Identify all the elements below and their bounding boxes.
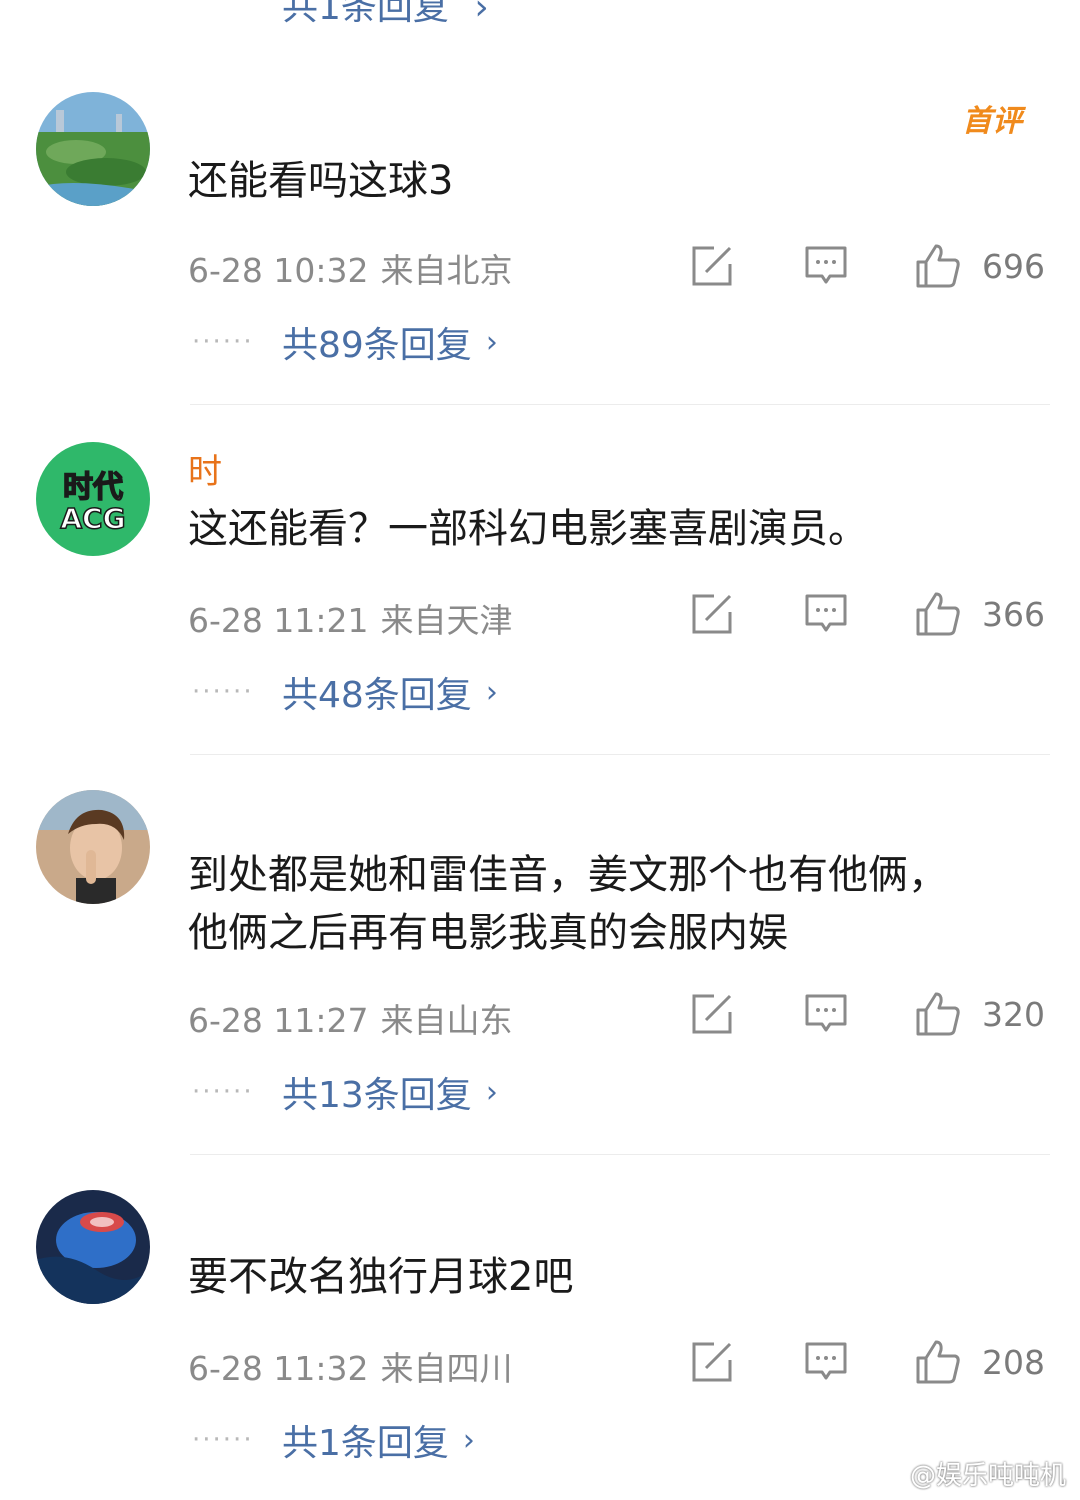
view-replies-link[interactable]: 共89条回复 › [282,316,498,368]
first-comment-badge: 首评 [962,104,1022,139]
comment-meta: 6-28 11:27 来自山东 [188,994,513,1042]
comment-meta: 6-28 11:32 来自四川 [188,1342,513,1390]
watermark-text: @娱乐吨吨机 [909,1461,1066,1491]
avatar[interactable] [36,92,150,206]
avatar-text: 时代 [63,470,123,505]
chevron-right-icon: › [485,1074,498,1110]
like-button[interactable]: 366 [914,590,1045,638]
view-replies-link[interactable]: 共13条回复 › [282,1066,498,1118]
divider [190,754,1050,755]
comment-meta: 6-28 11:21 来自天津 [188,594,513,642]
comment-icon[interactable] [804,592,848,636]
like-button[interactable]: 696 [914,242,1045,290]
like-button[interactable]: 208 [914,1338,1045,1386]
reply-dots: ······ [192,1425,254,1455]
view-replies-link[interactable]: 共1条回复 › [282,1414,475,1466]
thumbs-up-icon [916,1340,960,1384]
reply-row: ······ 共1条回复 › [192,1414,475,1466]
divider [190,1154,1050,1155]
like-count: 696 [982,246,1045,286]
like-count: 208 [982,1342,1045,1382]
comment-icon[interactable] [804,992,848,1036]
comment-date: 6-28 11:32 [188,1349,369,1388]
comment-location: 来自四川 [380,1349,513,1388]
reply-dots: ······ [192,1077,254,1107]
reply-count-label: 共13条回复 [282,1075,472,1116]
share-icon[interactable] [690,1340,734,1384]
reply-count-label: 共48条回复 [282,675,472,716]
comment-text: 这还能看？一部科幻电影塞喜剧演员。 [188,506,868,552]
thumbs-up-icon [916,592,960,636]
avatar[interactable] [36,1190,150,1304]
divider [190,404,1050,405]
share-icon[interactable] [690,992,734,1036]
reply-count-link[interactable]: 共1条回复 › [282,0,489,30]
share-icon[interactable] [690,592,734,636]
avatar-text: ACG [60,502,125,535]
view-replies-link[interactable]: 共48条回复 › [282,666,498,718]
reply-count-label: 共89条回复 [282,325,472,366]
thumbs-up-icon [916,992,960,1036]
chevron-right-icon: › [485,324,498,360]
reply-row: ······ 共48条回复 › [192,666,498,718]
comment-meta: 6-28 10:32 来自北京 [188,244,513,292]
chevron-right-icon: › [485,674,498,710]
chevron-right-icon: › [474,0,489,28]
comment-date: 6-28 10:32 [188,251,369,290]
share-icon[interactable] [690,244,734,288]
like-count: 366 [982,594,1045,634]
comment-location: 来自山东 [380,1001,513,1040]
comment-text-line: 到处都是她和雷佳音，姜文那个也有他俩， [188,852,948,898]
weibo-logo-icon [868,1461,903,1488]
comment-icon[interactable] [804,244,848,288]
reply-row: ······ 共89条回复 › [192,316,498,368]
reply-dots: ······ [192,327,254,357]
reply-dots: ······ [192,677,254,707]
comment-text: 要不改名独行月球2吧 [188,1254,574,1300]
watermark: @娱乐吨吨机 [868,1455,1066,1492]
chevron-right-icon: › [462,1422,475,1458]
comment-location: 来自北京 [380,251,513,290]
like-count: 320 [982,994,1045,1034]
reply-count-label: 共1条回复 [282,1423,449,1464]
thumbs-up-icon [916,244,960,288]
comment-text: 还能看吗这球3 [188,158,454,204]
avatar[interactable] [36,790,150,904]
username[interactable]: 时 [188,444,222,493]
comment-icon[interactable] [804,1340,848,1384]
reply-row: ······ 共13条回复 › [192,1066,498,1118]
comment-date: 6-28 11:27 [188,1001,369,1040]
comment-text-line: 他俩之后再有电影我真的会服内娱 [188,910,788,956]
comment-location: 来自天津 [380,601,513,640]
comment-date: 6-28 11:21 [188,601,369,640]
comment-text: 到处都是她和雷佳音，姜文那个也有他俩， 他俩之后再有电影我真的会服内娱 [188,846,1048,962]
reply-count-label: 共1条回复 [282,0,449,28]
avatar[interactable]: 时代 ACG [36,442,150,556]
like-button[interactable]: 320 [914,990,1045,1038]
